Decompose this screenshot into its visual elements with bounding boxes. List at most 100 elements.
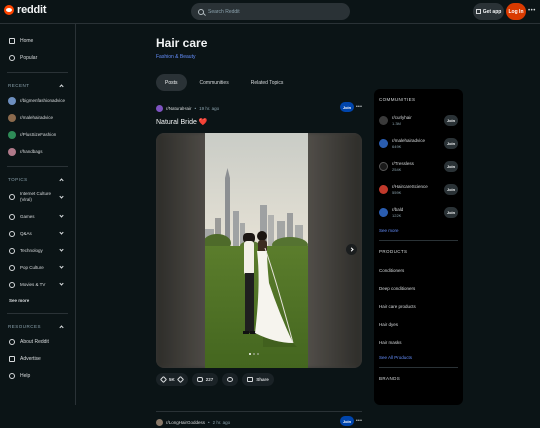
search-tabs: Posts Communities Related Topics — [156, 74, 292, 91]
pop-culture-icon — [9, 264, 15, 271]
community-avatar — [8, 96, 16, 105]
internet-culture-icon — [9, 194, 15, 200]
recent-item-label: r/handbags — [20, 149, 43, 154]
pager-dot[interactable] — [249, 353, 251, 355]
community-name: r/malehairadvice — [392, 137, 426, 143]
category-link[interactable]: Fashion & Beauty — [156, 54, 195, 60]
divider — [156, 411, 362, 412]
join-button[interactable]: Join — [444, 115, 458, 126]
recent-item-plussizefashion[interactable]: r/PlusSizeFashion — [0, 126, 75, 143]
downvote-icon[interactable] — [176, 375, 184, 384]
search-bar[interactable] — [191, 3, 350, 20]
topic-label: Q&As — [20, 231, 32, 236]
login-button[interactable]: Log In — [506, 3, 526, 20]
resource-advertise[interactable]: Advertise — [0, 350, 75, 367]
post-subreddit[interactable]: r/NaturalHair — [166, 106, 192, 111]
topic-qas[interactable]: Q&As — [0, 225, 75, 242]
community-name: r/curlyhair — [392, 114, 412, 120]
join-button[interactable]: Join — [444, 161, 458, 172]
chevron-down-icon — [59, 264, 64, 269]
community-row[interactable]: r/Tressless 254K Join — [379, 155, 458, 178]
community-row[interactable]: r/bald 122K Join — [379, 201, 458, 224]
resource-about-reddit[interactable]: About Reddit — [0, 333, 75, 350]
topic-pop-culture[interactable]: Pop Culture — [0, 259, 75, 276]
carousel-pager — [249, 353, 259, 355]
advertise-icon — [9, 355, 15, 362]
pager-dot[interactable] — [257, 353, 259, 355]
search-input[interactable] — [208, 8, 338, 15]
section-heading: RESOURCES — [8, 324, 42, 329]
pager-dot[interactable] — [253, 353, 255, 355]
chevron-up-icon — [59, 325, 64, 330]
tab-related-topics[interactable]: Related Topics — [242, 74, 293, 91]
product-link-hair-masks[interactable]: Hair masks — [379, 333, 458, 351]
join-button[interactable]: Join — [444, 138, 458, 149]
chevron-right-icon — [348, 247, 354, 252]
chevron-down-icon — [59, 281, 64, 286]
divider — [7, 166, 68, 167]
product-link-hair-care-products[interactable]: Hair care products — [379, 297, 458, 315]
post-subreddit[interactable]: r/LongHairGoddess — [166, 420, 205, 425]
recent-item-label: r/bigmenfashionadvice — [20, 98, 66, 103]
next-post-join-button[interactable]: Join — [340, 416, 354, 426]
topic-label: Movies & TV — [20, 282, 46, 287]
product-link-conditioners[interactable]: Conditioners — [379, 261, 458, 279]
community-avatar — [379, 185, 388, 194]
next-post-more-icon[interactable]: ••• — [356, 418, 362, 424]
join-button[interactable]: Join — [444, 207, 458, 218]
comment-count: 227 — [205, 377, 214, 382]
award-button[interactable] — [222, 373, 239, 386]
community-row[interactable]: r/curlyhair 1.3M Join — [379, 109, 458, 132]
product-link-deep-conditioners[interactable]: Deep conditioners — [379, 279, 458, 297]
join-button[interactable]: Join — [340, 102, 354, 112]
award-icon — [227, 377, 234, 382]
divider — [7, 313, 68, 314]
topics-section-toggle[interactable]: TOPICS — [0, 173, 75, 186]
next-post-header[interactable]: r/LongHairGoddess • 2 hr. ago — [156, 416, 230, 428]
sidebar-item-home[interactable]: Home — [0, 32, 75, 49]
upvote-icon[interactable] — [159, 375, 168, 384]
post-image-carousel[interactable] — [156, 133, 362, 368]
recent-section-toggle[interactable]: RECENT — [0, 79, 75, 92]
topic-technology[interactable]: Technology — [0, 242, 75, 259]
community-name: r/bald — [392, 206, 404, 212]
community-row[interactable]: r/malehairadvice 649K Join — [379, 132, 458, 155]
join-button[interactable]: Join — [444, 184, 458, 195]
resource-label: Advertise — [20, 355, 41, 362]
community-avatar — [8, 113, 16, 122]
vote-control: 5K — [156, 373, 188, 386]
recent-item-handbags[interactable]: r/handbags — [0, 143, 75, 160]
share-button[interactable]: Share — [242, 373, 274, 386]
post-title[interactable]: Natural Bride ❤️ — [156, 118, 366, 129]
tab-posts[interactable]: Posts — [156, 74, 187, 91]
product-link-hair-dyes[interactable]: Hair dyes — [379, 315, 458, 333]
movies-tv-icon — [9, 281, 15, 288]
post-time-dot: • — [194, 105, 197, 111]
tab-communities[interactable]: Communities — [191, 74, 238, 91]
see-all-products-link[interactable]: See All Products — [379, 351, 458, 363]
recent-item-malehairadvice[interactable]: r/malehairadvice — [0, 109, 75, 126]
communities-see-more[interactable]: See more — [379, 224, 458, 236]
topic-label: Technology — [20, 248, 43, 253]
reddit-logo[interactable]: reddit — [4, 4, 47, 16]
community-name: r/Tressless — [392, 160, 414, 166]
recent-item-label: r/malehairadvice — [20, 115, 54, 120]
community-row[interactable]: r/HaircareScience 559K Join — [379, 178, 458, 201]
resources-section-toggle[interactable]: RESOURCES — [0, 320, 75, 333]
recent-item-bigmenfashionadvice[interactable]: r/bigmenfashionadvice — [0, 92, 75, 109]
more-options-icon[interactable]: ••• — [528, 8, 536, 14]
top-bar: reddit Get app Log In ••• — [0, 0, 540, 24]
topic-games[interactable]: Games — [0, 208, 75, 225]
topics-see-more[interactable]: See more — [0, 293, 75, 307]
comments-button[interactable]: 227 — [191, 373, 219, 386]
carousel-next-button[interactable] — [346, 244, 357, 255]
get-app-button[interactable]: Get app — [473, 3, 504, 20]
topic-movies-tv[interactable]: Movies & TV — [0, 276, 75, 293]
share-label: Share — [256, 377, 269, 382]
topic-internet-culture[interactable]: Internet Culture (Viral) — [0, 186, 75, 208]
sidebar-item-popular[interactable]: Popular — [0, 49, 75, 66]
post-card[interactable]: r/NaturalHair • 19 hr. ago Join ••• Natu… — [156, 102, 366, 386]
post-more-icon[interactable]: ••• — [356, 104, 362, 110]
resource-help[interactable]: Help — [0, 367, 75, 384]
about-icon — [9, 338, 15, 345]
